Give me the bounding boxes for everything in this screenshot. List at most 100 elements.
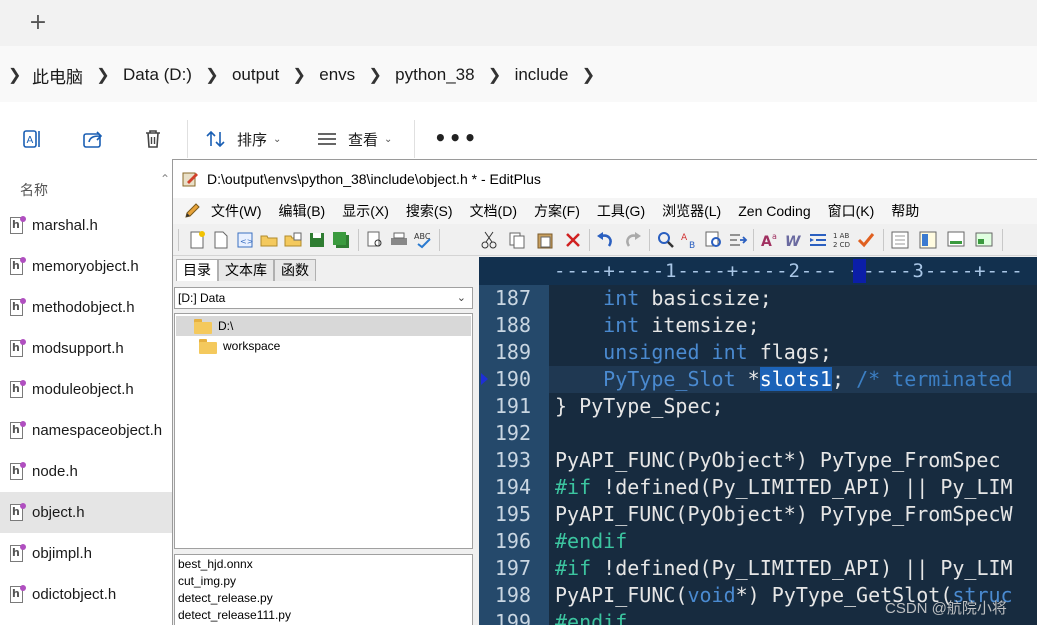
tree-item-drive[interactable]: D:\ — [176, 316, 471, 336]
list-item[interactable]: h marshal.h — [0, 205, 172, 246]
indent-icon[interactable] — [808, 230, 828, 250]
menu-browser[interactable]: 浏览器(L) — [662, 201, 721, 221]
word-wrap-icon[interactable]: W — [784, 230, 804, 250]
copy-icon[interactable] — [507, 230, 527, 250]
chevron-right-icon[interactable]: ❯ — [279, 65, 319, 85]
code-line: PyAPI_FUNC(PyObject*) PyType_FromSpecW — [555, 502, 1013, 526]
spell-check-icon[interactable]: ABC — [413, 230, 433, 250]
open-recent-icon[interactable] — [283, 230, 303, 250]
breadcrumb-item-envs[interactable]: envs — [319, 65, 355, 85]
more-options-button[interactable]: ••• — [434, 126, 478, 150]
browser-icon[interactable] — [974, 230, 994, 250]
watermark: CSDN @航院小将 — [885, 600, 1007, 617]
print-icon[interactable] — [389, 230, 409, 250]
menu-window[interactable]: 窗口(K) — [828, 201, 875, 221]
menu-tools[interactable]: 工具(G) — [597, 201, 645, 221]
menu-zen-coding[interactable]: Zen Coding — [738, 203, 810, 219]
svg-text:1 AB: 1 AB — [833, 232, 849, 240]
list-item[interactable]: h objimpl.h — [0, 533, 172, 574]
svg-text:A: A — [681, 233, 688, 243]
tab-cliptext[interactable]: 文本库 — [218, 259, 274, 281]
cliptext-window-icon[interactable] — [918, 230, 938, 250]
chevron-right-icon[interactable]: ❯ — [8, 65, 32, 85]
tab-functions[interactable]: 函数 — [274, 259, 316, 281]
output-window-icon[interactable] — [946, 230, 966, 250]
new-html-icon[interactable]: <> — [235, 230, 255, 250]
redo-icon[interactable] — [623, 230, 643, 250]
list-item[interactable]: detect_release111.py — [178, 607, 472, 624]
new-document-icon[interactable] — [211, 230, 231, 250]
undo-icon[interactable] — [595, 230, 615, 250]
file-name: odictobject.h — [32, 586, 117, 603]
svg-text:W: W — [785, 234, 801, 250]
goto-line-icon[interactable] — [728, 230, 748, 250]
chevron-right-icon[interactable]: ❯ — [192, 65, 232, 85]
window-title-bar[interactable]: D:\output\envs\python_38\include\object.… — [173, 160, 1037, 198]
breadcrumb-item-output[interactable]: output — [232, 65, 279, 85]
find-icon[interactable] — [656, 230, 676, 250]
view-button[interactable]: 查看 ⌄ — [316, 127, 392, 151]
paste-icon[interactable] — [535, 230, 555, 250]
list-item[interactable]: best_hjd.onnx — [178, 556, 472, 573]
save-all-icon[interactable] — [331, 230, 351, 250]
line-number-icon[interactable]: 1 AB2 CD — [832, 230, 852, 250]
delete-x-icon[interactable] — [563, 230, 583, 250]
chevron-right-icon[interactable]: ❯ — [475, 65, 515, 85]
list-item-selected[interactable]: h object.h — [0, 492, 172, 533]
pencil-icon[interactable] — [183, 202, 201, 220]
file-list-pane: best_hjd.onnx cut_img.py detect_release.… — [174, 554, 473, 625]
rename-icon[interactable]: A — [21, 127, 45, 151]
chevron-up-icon[interactable]: ⌃ — [160, 172, 170, 186]
menu-view[interactable]: 显示(X) — [342, 201, 389, 221]
view-label: 查看 — [348, 130, 379, 149]
code-text-area[interactable]: int basicsize; int itemsize; unsigned in… — [549, 285, 1037, 625]
open-folder-icon[interactable] — [259, 230, 279, 250]
file-name: moduleobject.h — [32, 381, 134, 398]
drive-select[interactable]: [D:] Data ⌄ — [174, 287, 473, 309]
list-item[interactable]: h modsupport.h — [0, 328, 172, 369]
menu-help[interactable]: 帮助 — [891, 201, 919, 221]
print-preview-icon[interactable] — [365, 230, 385, 250]
breadcrumb-item-data[interactable]: Data (D:) — [123, 65, 192, 85]
menu-file[interactable]: 文件(W) — [211, 201, 262, 221]
tree-item-workspace[interactable]: workspace — [176, 336, 471, 356]
code-line: #endif — [555, 610, 628, 625]
directory-window-icon[interactable] — [890, 230, 910, 250]
list-item[interactable]: h memoryobject.h — [0, 246, 172, 287]
menu-document[interactable]: 文档(D) — [470, 201, 517, 221]
list-item[interactable]: h namespaceobject.h — [0, 410, 172, 451]
cut-icon[interactable] — [479, 230, 499, 250]
divider — [883, 229, 884, 251]
breadcrumb-item-include[interactable]: include — [515, 65, 569, 85]
checkmark-icon[interactable] — [856, 230, 876, 250]
chevron-right-icon[interactable]: ❯ — [355, 65, 395, 85]
menu-project[interactable]: 方案(F) — [534, 201, 580, 221]
new-file-icon[interactable] — [187, 230, 207, 250]
tab-directory[interactable]: 目录 — [176, 259, 218, 281]
chevron-right-icon[interactable]: ❯ — [568, 65, 608, 85]
breadcrumb-item-python38[interactable]: python_38 — [395, 65, 474, 85]
new-tab-button[interactable]: + — [27, 12, 49, 34]
delete-icon[interactable] — [141, 127, 165, 151]
list-item[interactable]: h moduleobject.h — [0, 369, 172, 410]
list-item[interactable]: h methodobject.h — [0, 287, 172, 328]
line-number: 192 — [494, 421, 531, 445]
find-in-files-icon[interactable] — [704, 230, 724, 250]
list-item[interactable]: cut_img.py — [178, 573, 472, 590]
code-editor[interactable]: ----+----1----+----2--- +----3----+--- 18… — [479, 257, 1037, 625]
breadcrumb-item-this-pc[interactable]: 此电脑 — [32, 63, 83, 88]
list-item[interactable]: h node.h — [0, 451, 172, 492]
column-header-name[interactable]: 名称 — [20, 180, 48, 200]
menu-edit[interactable]: 编辑(B) — [279, 201, 326, 221]
list-item[interactable]: h odictobject.h — [0, 574, 172, 615]
sort-button[interactable]: 排序 ⌄ — [205, 127, 281, 151]
save-icon[interactable] — [307, 230, 327, 250]
line-number: 188 — [494, 313, 531, 337]
list-item[interactable]: detect_release.py — [178, 590, 472, 607]
font-size-icon[interactable]: Aa — [760, 230, 780, 250]
menu-search[interactable]: 搜索(S) — [406, 201, 453, 221]
share-icon[interactable] — [81, 127, 105, 151]
replace-icon[interactable]: AB — [680, 230, 700, 250]
chevron-right-icon[interactable]: ❯ — [83, 65, 123, 85]
chevron-down-icon: ⌄ — [273, 133, 282, 145]
